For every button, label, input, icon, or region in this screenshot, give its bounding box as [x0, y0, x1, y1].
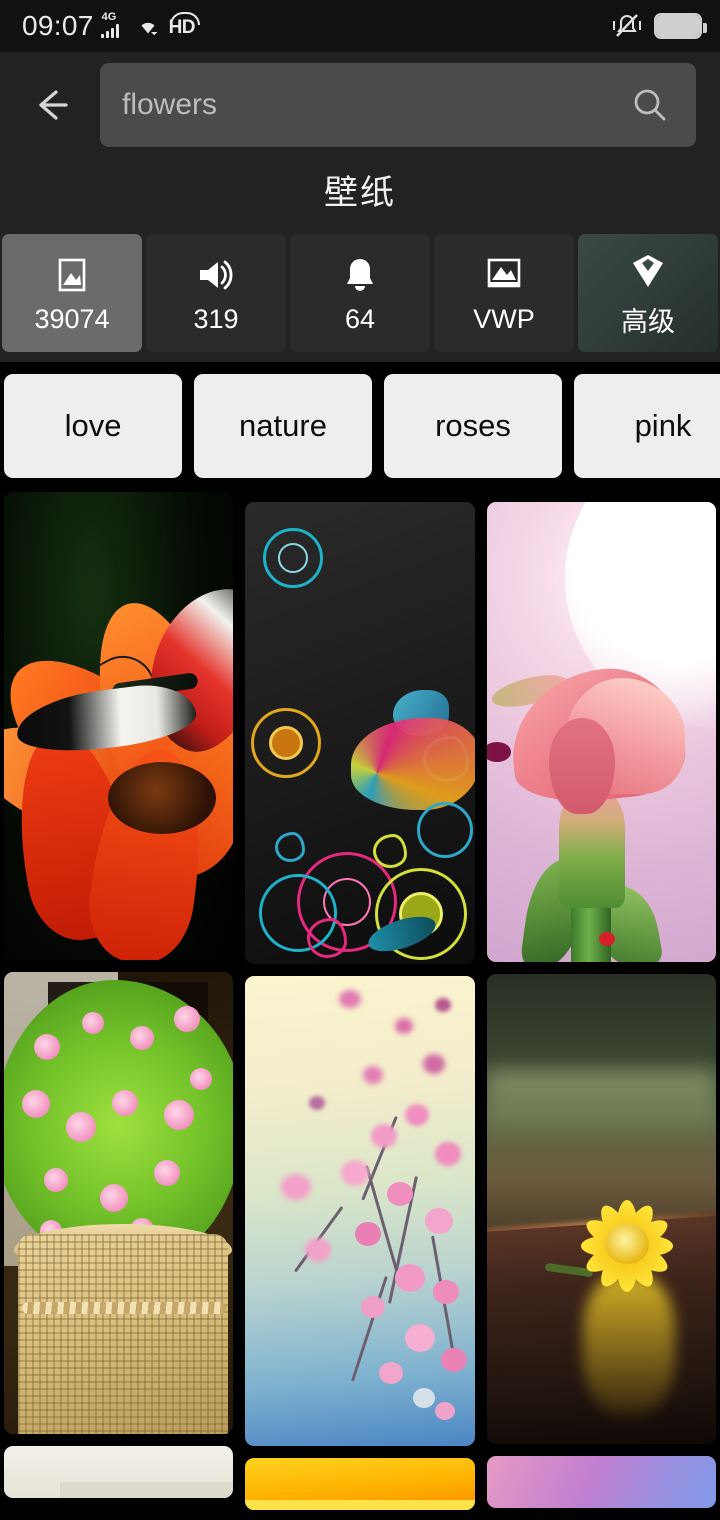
- wallpaper-column-3: [486, 492, 716, 1510]
- wallpaper-purple-gradient[interactable]: [486, 1456, 716, 1508]
- status-bar-left: 09:07 4G HD: [22, 10, 201, 42]
- status-bar: 09:07 4G HD: [0, 0, 720, 52]
- wifi-icon: [134, 14, 162, 38]
- tab-video-wallpaper[interactable]: VWP: [434, 234, 574, 352]
- wallpaper-thumbnail: [245, 502, 475, 964]
- status-bar-right: [612, 12, 707, 40]
- tab-images-label: 39074: [34, 303, 110, 334]
- category-tabs: 39074 319 64 VWP 高级: [0, 234, 720, 352]
- wallpaper-thumbnail: [486, 1456, 716, 1508]
- wallpaper-potted-plant-burlap-sack[interactable]: [4, 972, 234, 1434]
- tab-images[interactable]: 39074: [2, 234, 142, 352]
- wallpaper-column-2: [245, 492, 475, 1510]
- battery-icon: [654, 13, 707, 39]
- wallpaper-orange-gradient[interactable]: [245, 1458, 475, 1510]
- chip-pink[interactable]: pink: [574, 374, 720, 478]
- image-icon: [50, 252, 94, 298]
- vibrate-mute-icon: [612, 12, 642, 40]
- chip-nature[interactable]: nature: [194, 374, 372, 478]
- status-clock: 09:07: [22, 10, 94, 41]
- live-wallpaper-icon: [481, 252, 527, 298]
- speaker-icon: [192, 252, 240, 298]
- tab-video-wallpaper-label: VWP: [473, 303, 535, 334]
- tab-notifications[interactable]: 64: [290, 234, 430, 352]
- app-header: flowers 壁纸 39074 319 64 VWP 高级: [0, 52, 720, 362]
- wallpaper-thumbnail: [486, 502, 716, 962]
- search-input[interactable]: flowers: [100, 62, 696, 147]
- chip-roses[interactable]: roses: [384, 374, 562, 478]
- wallpaper-thumbnail: [245, 1458, 475, 1510]
- search-row: flowers: [0, 52, 720, 157]
- tab-ringtones-label: 319: [193, 303, 239, 334]
- wallpaper-thumbnail: [4, 972, 234, 1434]
- bell-icon: [338, 252, 382, 298]
- wallpaper-butterfly-orange-flower[interactable]: [4, 492, 234, 960]
- wallpaper-pink-calla-lily-moon[interactable]: [486, 502, 716, 962]
- search-icon[interactable]: [630, 85, 670, 125]
- wallpaper-thumbnail: [4, 1446, 234, 1498]
- wallpaper-cream-minimal[interactable]: [4, 1446, 234, 1498]
- wallpaper-column-1: [4, 492, 234, 1510]
- diamond-icon: [625, 248, 671, 294]
- suggestion-chips: love nature roses pink: [0, 362, 720, 492]
- hd-voice-icon: HD: [169, 11, 201, 39]
- wallpaper-pink-cherry-blossoms[interactable]: [245, 976, 475, 1446]
- wallpaper-grid: [0, 492, 720, 1510]
- wallpaper-thumbnail: [4, 492, 234, 960]
- tab-premium[interactable]: 高级: [578, 234, 718, 352]
- back-arrow-icon[interactable]: [28, 82, 74, 128]
- chip-love[interactable]: love: [4, 374, 182, 478]
- wallpaper-yellow-flower-bench[interactable]: [486, 974, 716, 1444]
- wallpaper-thumbnail: [486, 974, 716, 1444]
- search-input-value[interactable]: flowers: [122, 88, 620, 122]
- tab-ringtones[interactable]: 319: [146, 234, 286, 352]
- wallpaper-thumbnail: [245, 976, 475, 1446]
- wallpaper-dark-floral-swirls[interactable]: [245, 502, 475, 964]
- tab-premium-label: 高级: [621, 306, 675, 337]
- network-type-label: 4G: [101, 11, 117, 23]
- signal-bars-icon: 4G: [100, 11, 127, 38]
- tab-notifications-label: 64: [344, 303, 376, 334]
- page-title: 壁纸: [324, 174, 396, 212]
